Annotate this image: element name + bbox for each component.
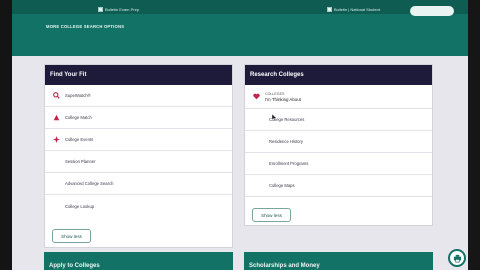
list-item[interactable]: Enrollment Programs <box>245 153 432 175</box>
college-events-icon <box>53 136 60 143</box>
list-item[interactable]: SuperMatch® <box>45 85 232 107</box>
browser-tab-strip: Bulletin Exam Prep Bulletin | National S… <box>12 0 468 14</box>
item-label: College Match <box>65 115 92 120</box>
item-label: College Maps <box>269 183 295 188</box>
show-less-button[interactable]: Show less <box>52 229 91 243</box>
list-item[interactable]: College Match <box>45 107 232 129</box>
tab-favicon-icon <box>98 7 103 12</box>
list-item[interactable]: Session Planner <box>45 151 232 173</box>
item-label: Residence History <box>269 139 303 144</box>
scholarships-card[interactable]: Scholarships and Money <box>244 252 433 270</box>
research-colleges-card: Research Colleges COLLEGES I'm Thinking … <box>244 64 433 226</box>
card-title: Research Colleges <box>245 65 432 85</box>
monitor-bezel-right <box>468 0 480 270</box>
item-label: Session Planner <box>65 159 96 164</box>
monitor-bezel-left <box>0 0 12 270</box>
item-label: SuperMatch® <box>65 93 91 98</box>
more-options-link[interactable]: MORE COLLEGE SEARCH OPTIONS <box>46 24 124 29</box>
apply-to-colleges-card[interactable]: Apply to Colleges <box>44 252 233 270</box>
item-label: Enrollment Programs <box>269 161 309 166</box>
list-item[interactable]: Residence History <box>245 131 432 153</box>
item-label: Advanced College Search <box>65 181 114 186</box>
tab-label: Bulletin Exam Prep <box>105 7 140 12</box>
list-item[interactable]: College Events <box>45 129 232 151</box>
search-icon <box>53 92 60 99</box>
card-title: Find Your Fit <box>45 65 232 85</box>
screen: Bulletin Exam Prep Bulletin | National S… <box>0 0 480 270</box>
tab-label: Bulletin | National Student <box>334 7 380 12</box>
college-match-icon <box>53 114 60 121</box>
print-icon[interactable] <box>448 249 466 267</box>
item-label: College Lookup <box>65 203 95 209</box>
tab-favicon-icon <box>327 7 332 12</box>
item-label: College Events <box>65 137 94 142</box>
item-text: COLLEGES I'm Thinking About <box>265 92 301 102</box>
browser-tab[interactable]: Bulletin Exam Prep <box>98 6 139 13</box>
mouse-cursor-icon <box>272 114 277 121</box>
list-item[interactable]: COLLEGES I'm Thinking About <box>245 85 432 109</box>
browser-tab[interactable]: Bulletin | National Student <box>327 6 380 13</box>
list-item[interactable]: Advanced College Search <box>45 173 232 195</box>
find-your-fit-card: Find Your Fit SuperMatch® College Match … <box>44 64 233 248</box>
list-item[interactable]: College Lookup <box>45 195 232 217</box>
header-search-pill[interactable] <box>410 6 454 16</box>
item-label: I'm Thinking About <box>265 96 301 102</box>
show-less-button[interactable]: Show less <box>252 208 291 222</box>
heart-icon <box>253 93 260 100</box>
list-item[interactable]: College Maps <box>245 175 432 197</box>
